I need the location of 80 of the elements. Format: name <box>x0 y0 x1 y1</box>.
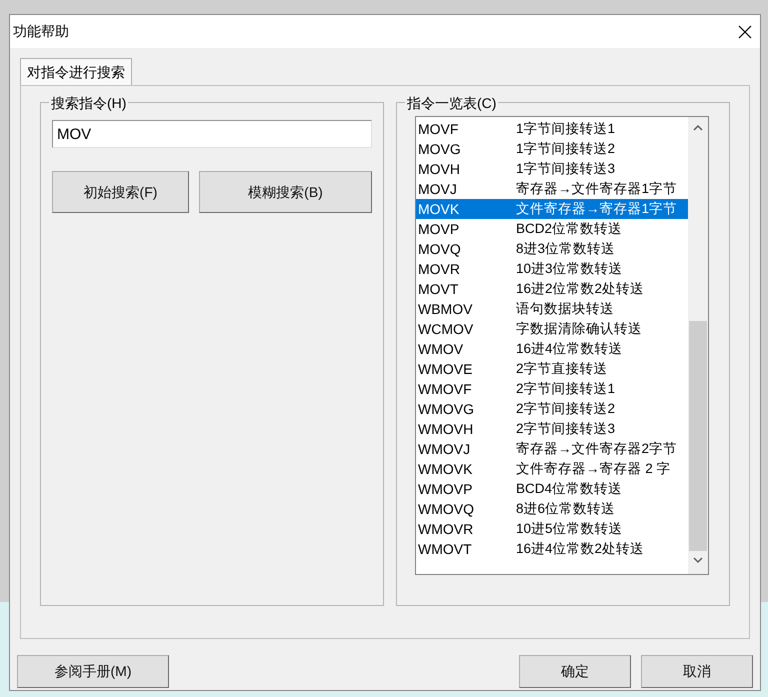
list-row[interactable]: MOVK 文件寄存器→寄存器1字节 <box>416 199 688 219</box>
instruction-description: 1字节间接转送3 <box>516 160 616 178</box>
list-row[interactable]: WMOVP BCD4位常数转送 <box>416 479 688 499</box>
group-title: 搜索指令(H) <box>49 93 128 114</box>
list-row[interactable]: MOVQ 8进3位常数转送 <box>416 239 688 259</box>
instruction-description: 16进4位常数2处转送 <box>516 540 644 558</box>
scrollbar[interactable] <box>688 117 708 574</box>
instruction-description: 10进5位常数转送 <box>516 520 623 538</box>
instruction-description: 16进2位常数2处转送 <box>516 280 644 298</box>
scroll-up-icon[interactable] <box>693 124 703 131</box>
instruction-description: 2字节直接转送 <box>516 360 608 378</box>
dialog-button[interactable]: 确定 <box>519 655 631 688</box>
list-row[interactable]: WBMOV 语句数据块转送 <box>416 299 688 319</box>
instruction-code: WMOVP <box>417 480 474 498</box>
list-row[interactable]: MOVF 1字节间接转送1 <box>416 119 688 139</box>
instruction-code: WMOV <box>417 340 464 358</box>
search-button[interactable]: 初始搜索(F) <box>52 171 189 213</box>
instruction-description: 2字节间接转送3 <box>516 420 616 438</box>
instruction-code: MOVQ <box>417 240 462 259</box>
instruction-description: 字数据清除确认转送 <box>516 320 642 338</box>
instruction-description: 1字节间接转送1 <box>516 120 616 138</box>
instruction-code: WMOVE <box>417 360 474 378</box>
list-row[interactable]: WMOVH 2字节间接转送3 <box>416 419 688 439</box>
instruction-code: WBMOV <box>417 300 474 318</box>
instruction-code: MOVP <box>417 220 460 238</box>
instruction-code: WMOVF <box>417 380 473 398</box>
window-title: 功能帮助 <box>13 22 69 41</box>
list-row[interactable]: MOVR 10进3位常数转送 <box>416 259 688 279</box>
instruction-description: 8进3位常数转送 <box>516 240 616 258</box>
list-row[interactable]: MOVJ 寄存器→文件寄存器1字节 <box>416 179 688 199</box>
instruction-code: MOVG <box>417 140 462 158</box>
instruction-code: WMOVJ <box>417 440 472 458</box>
list-row[interactable]: MOVP BCD2位常数转送 <box>416 219 688 239</box>
list-row[interactable]: WMOVE 2字节直接转送 <box>416 359 688 379</box>
list-row[interactable]: WMOVT 16进4位常数2处转送 <box>416 539 688 559</box>
instruction-code: MOVH <box>417 160 461 178</box>
instruction-code: WMOVR <box>417 520 474 538</box>
list-row[interactable]: WMOVF 2字节间接转送1 <box>416 379 688 399</box>
dialog-button[interactable]: 取消 <box>641 655 753 688</box>
instruction-code: MOVR <box>417 260 461 278</box>
instruction-code: MOVF <box>417 120 460 138</box>
instruction-code: WMOVH <box>417 420 474 438</box>
search-button[interactable]: 模糊搜索(B) <box>199 171 372 213</box>
instruction-code: MOVK <box>417 200 460 218</box>
tab[interactable]: 对指令进行搜索 <box>20 58 132 85</box>
instruction-code: WMOVQ <box>417 500 475 519</box>
instruction-description: 16进4位常数转送 <box>516 340 623 358</box>
list-row[interactable]: WMOVJ 寄存器→文件寄存器2字节 <box>416 439 688 459</box>
list-row[interactable]: MOVT 16进2位常数2处转送 <box>416 279 688 299</box>
instruction-code: WMOVG <box>417 400 475 418</box>
instruction-code: WMOVT <box>417 540 473 558</box>
close-icon[interactable] <box>738 24 752 38</box>
instruction-description: 寄存器→文件寄存器2字节 <box>516 440 678 458</box>
list-row[interactable]: WMOVG 2字节间接转送2 <box>416 399 688 419</box>
instruction-description: 语句数据块转送 <box>516 300 614 318</box>
instruction-description: 寄存器→文件寄存器1字节 <box>516 180 678 198</box>
list-row[interactable]: MOVH 1字节间接转送3 <box>416 159 688 179</box>
instruction-description: 10进3位常数转送 <box>516 260 623 278</box>
list-row[interactable]: WMOVK 文件寄存器→寄存器 2 字 <box>416 459 688 479</box>
scroll-thumb[interactable] <box>689 321 707 551</box>
instruction-code: MOVT <box>417 280 460 298</box>
instruction-description: 2字节间接转送1 <box>516 380 616 398</box>
instruction-description: 1字节间接转送2 <box>516 140 616 158</box>
instruction-description: BCD2位常数转送 <box>516 220 622 238</box>
instruction-code: MOVJ <box>417 180 458 198</box>
scroll-down-icon[interactable] <box>693 557 703 564</box>
instruction-code: WMOVK <box>417 460 474 478</box>
search-field[interactable]: MOV <box>52 120 372 148</box>
list-row[interactable]: WMOVQ 8进6位常数转送 <box>416 499 688 519</box>
list-row[interactable]: MOVG 1字节间接转送2 <box>416 139 688 159</box>
instruction-description: 8进6位常数转送 <box>516 500 616 518</box>
instruction-description: 文件寄存器→寄存器 2 字 <box>516 460 671 478</box>
instruction-description: BCD4位常数转送 <box>516 480 622 498</box>
list-row[interactable]: WCMOV 字数据清除确认转送 <box>416 319 688 339</box>
manual-button[interactable]: 参阅手册(M) <box>17 655 169 688</box>
list-row[interactable]: WMOVR 10进5位常数转送 <box>416 519 688 539</box>
instruction-description: 2字节间接转送2 <box>516 400 616 418</box>
instruction-description: 文件寄存器→寄存器1字节 <box>516 200 678 218</box>
list-row[interactable]: WMOV 16进4位常数转送 <box>416 339 688 359</box>
instruction-code: WCMOV <box>417 320 474 338</box>
